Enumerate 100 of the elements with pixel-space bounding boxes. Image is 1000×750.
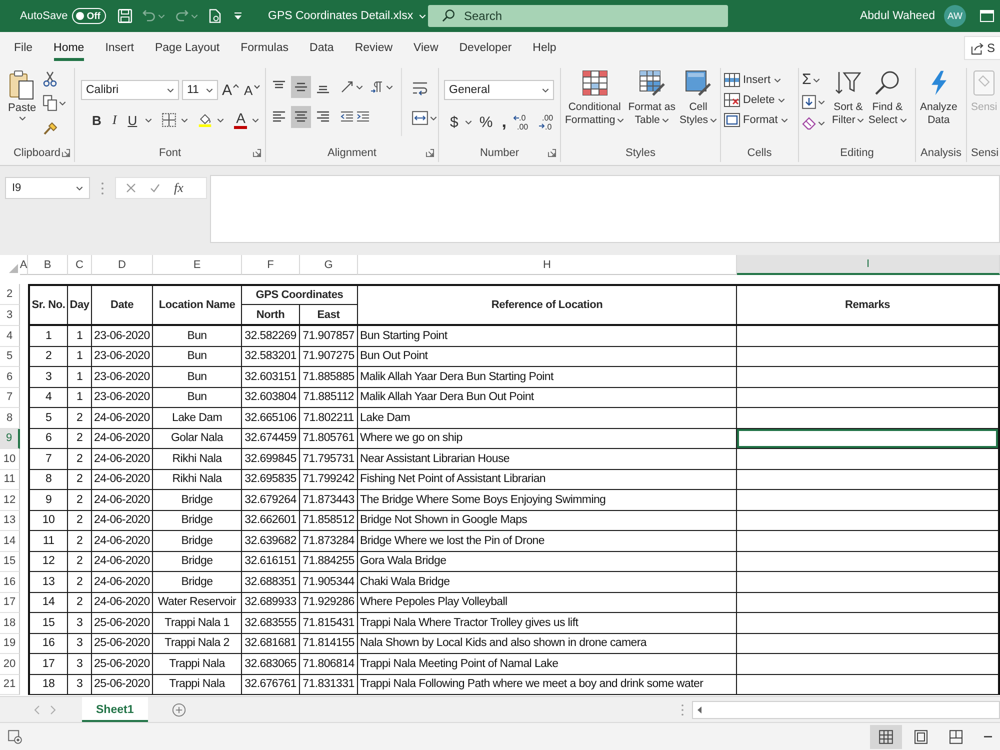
caret-icon[interactable] <box>813 78 820 82</box>
column-header[interactable]: G <box>300 255 358 275</box>
align-center-icon[interactable] <box>291 106 311 128</box>
row-header[interactable]: 17 <box>0 592 20 613</box>
row-header[interactable]: 19 <box>0 634 20 654</box>
caret-icon[interactable] <box>386 84 393 90</box>
italic-button[interactable]: I <box>109 112 120 128</box>
caret-icon[interactable] <box>59 100 66 106</box>
column-header[interactable]: B <box>28 255 68 275</box>
ribbon-tab[interactable]: File <box>14 36 33 60</box>
borders-icon[interactable] <box>162 113 176 127</box>
column-header[interactable]: H <box>358 255 737 275</box>
format-as-table-button[interactable]: Format as Table <box>627 68 676 129</box>
row-header[interactable]: 13 <box>0 510 20 531</box>
ribbon-tab[interactable]: Page Layout <box>154 36 220 60</box>
underline-button[interactable]: U <box>124 112 140 128</box>
column-header[interactable]: E <box>153 255 242 275</box>
sort-filter-button[interactable]: Sort & Filter <box>831 68 866 129</box>
ribbon-tab[interactable]: Data <box>310 36 334 60</box>
ribbon-tab[interactable]: Review <box>354 36 393 60</box>
row-header[interactable]: 9 <box>0 428 20 449</box>
customize-icon[interactable] <box>234 12 242 20</box>
percent-button[interactable]: % <box>477 114 495 130</box>
ribbon-tab[interactable]: Developer <box>459 36 512 60</box>
comma-style-button[interactable]: , <box>500 112 508 132</box>
caret-icon[interactable] <box>710 118 718 123</box>
caret-icon[interactable] <box>181 118 188 122</box>
decrease-decimal-button[interactable]: .00 .0 <box>538 113 558 131</box>
text-direction-icon[interactable] <box>370 80 384 94</box>
row-header[interactable]: 2 <box>0 284 20 305</box>
bold-button[interactable]: B <box>89 112 104 128</box>
ribbon-tab[interactable]: Formulas <box>240 36 289 60</box>
dialog-launcher-icon[interactable] <box>426 149 434 157</box>
column-header[interactable]: C <box>68 255 92 275</box>
caret-icon[interactable] <box>780 118 788 122</box>
format-button[interactable]: Format <box>724 113 788 127</box>
autosave-toggle[interactable]: Off <box>72 8 106 24</box>
fill-down-icon[interactable] <box>802 95 816 109</box>
grow-font-button[interactable]: A <box>221 82 240 98</box>
caret-icon[interactable] <box>356 84 363 90</box>
caret-icon[interactable] <box>76 186 83 190</box>
row-header[interactable]: 11 <box>0 470 20 490</box>
find-select-button[interactable]: Find & Select <box>867 68 908 129</box>
cell-styles-button[interactable]: Cell Styles <box>678 68 718 129</box>
ribbon-tab[interactable]: View <box>414 36 438 60</box>
row-header[interactable]: 21 <box>0 674 20 695</box>
fill-color-icon[interactable] <box>198 113 212 127</box>
sheet-tab[interactable]: Sheet1 <box>82 697 148 722</box>
merge-icon[interactable] <box>412 110 428 126</box>
dialog-launcher-icon[interactable] <box>253 149 261 157</box>
cancel-icon[interactable] <box>126 183 136 193</box>
grip-icon[interactable] <box>681 704 684 716</box>
analyze-data-button[interactable]: Analyze Data <box>919 68 958 129</box>
caret-icon[interactable] <box>217 118 224 122</box>
caret-icon[interactable] <box>167 88 174 92</box>
caret-icon[interactable] <box>662 118 669 123</box>
caret-icon[interactable] <box>818 100 825 104</box>
dialog-launcher-icon[interactable] <box>548 149 556 157</box>
caret-icon[interactable] <box>430 116 437 120</box>
horizontal-scrollbar[interactable] <box>692 700 1000 718</box>
column-header[interactable]: F <box>242 255 300 275</box>
row-header[interactable]: 20 <box>0 654 20 674</box>
column-header[interactable]: I <box>737 255 1000 275</box>
caret-icon[interactable] <box>818 120 825 126</box>
row-header[interactable]: 10 <box>0 449 20 470</box>
macro-record-icon[interactable] <box>8 730 22 744</box>
copy-icon[interactable] <box>43 95 58 111</box>
currency-button[interactable]: $ <box>448 114 460 130</box>
number-format-field[interactable]: General <box>444 80 554 100</box>
row-header[interactable]: 7 <box>0 388 20 408</box>
font-color-button[interactable]: A <box>234 111 248 129</box>
arrow-left-icon[interactable] <box>697 706 702 714</box>
ribbon-tab[interactable]: Help <box>532 36 556 60</box>
dialog-launcher-icon[interactable] <box>62 149 70 157</box>
delete-button[interactable]: Delete <box>724 93 788 107</box>
insert-button[interactable]: Insert <box>724 73 788 87</box>
row-header[interactable]: 15 <box>0 552 20 572</box>
autosum-button[interactable]: Σ <box>802 72 812 88</box>
insert-function-button[interactable]: fx <box>174 180 184 196</box>
caret-icon[interactable] <box>542 88 549 92</box>
row-header[interactable]: 4 <box>0 326 20 346</box>
search-field[interactable]: Search <box>428 5 728 27</box>
row-header[interactable]: 3 <box>0 305 20 326</box>
align-middle-icon[interactable] <box>291 76 311 98</box>
row-header[interactable]: 18 <box>0 613 20 634</box>
shrink-font-button[interactable]: A <box>243 82 261 98</box>
caret-icon[interactable] <box>778 98 785 102</box>
caret-icon[interactable] <box>617 118 624 123</box>
scissors-icon[interactable] <box>43 71 58 87</box>
wrap-text-icon[interactable] <box>412 80 428 96</box>
formula-input[interactable] <box>210 175 1000 243</box>
decrease-indent-icon[interactable] <box>340 110 354 124</box>
share-button[interactable]: S <box>964 36 1000 60</box>
active-cell[interactable] <box>737 428 1000 449</box>
column-header[interactable]: A <box>20 255 28 275</box>
caret-icon[interactable] <box>18 116 26 121</box>
checkmark-icon[interactable] <box>150 183 160 193</box>
caret-icon[interactable] <box>857 118 864 123</box>
row-header[interactable]: 14 <box>0 531 20 552</box>
caret-icon[interactable] <box>774 78 781 82</box>
